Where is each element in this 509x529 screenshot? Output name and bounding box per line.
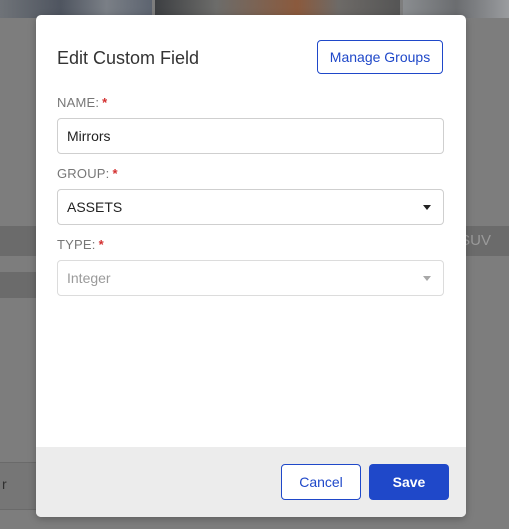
- type-select-value: Integer: [67, 270, 111, 286]
- name-label-text: NAME:: [57, 95, 100, 110]
- cancel-button[interactable]: Cancel: [281, 464, 361, 500]
- required-indicator: *: [102, 95, 108, 110]
- required-indicator: *: [112, 166, 118, 181]
- name-label: NAME: *: [57, 95, 107, 110]
- group-label-text: GROUP:: [57, 166, 110, 181]
- required-indicator: *: [98, 237, 104, 252]
- group-select-value: ASSETS: [67, 199, 123, 215]
- type-label: TYPE: *: [57, 237, 104, 252]
- group-label: GROUP: *: [57, 166, 118, 181]
- modal-title: Edit Custom Field: [57, 48, 200, 68]
- background-card-text: r: [2, 476, 7, 492]
- modal-footer: Cancel Save: [36, 447, 466, 517]
- background-band-small: [0, 272, 36, 298]
- caret-down-icon: [423, 205, 431, 210]
- type-label-text: TYPE:: [57, 237, 96, 252]
- name-input-value: Mirrors: [67, 128, 111, 144]
- type-select: Integer: [57, 260, 444, 296]
- manage-groups-button[interactable]: Manage Groups: [317, 40, 443, 74]
- name-input[interactable]: Mirrors: [57, 118, 444, 154]
- edit-custom-field-modal: Edit Custom Field Manage Groups NAME: * M…: [36, 15, 466, 517]
- group-select[interactable]: ASSETS: [57, 189, 444, 225]
- save-button[interactable]: Save: [369, 464, 449, 500]
- caret-down-icon: [423, 276, 431, 281]
